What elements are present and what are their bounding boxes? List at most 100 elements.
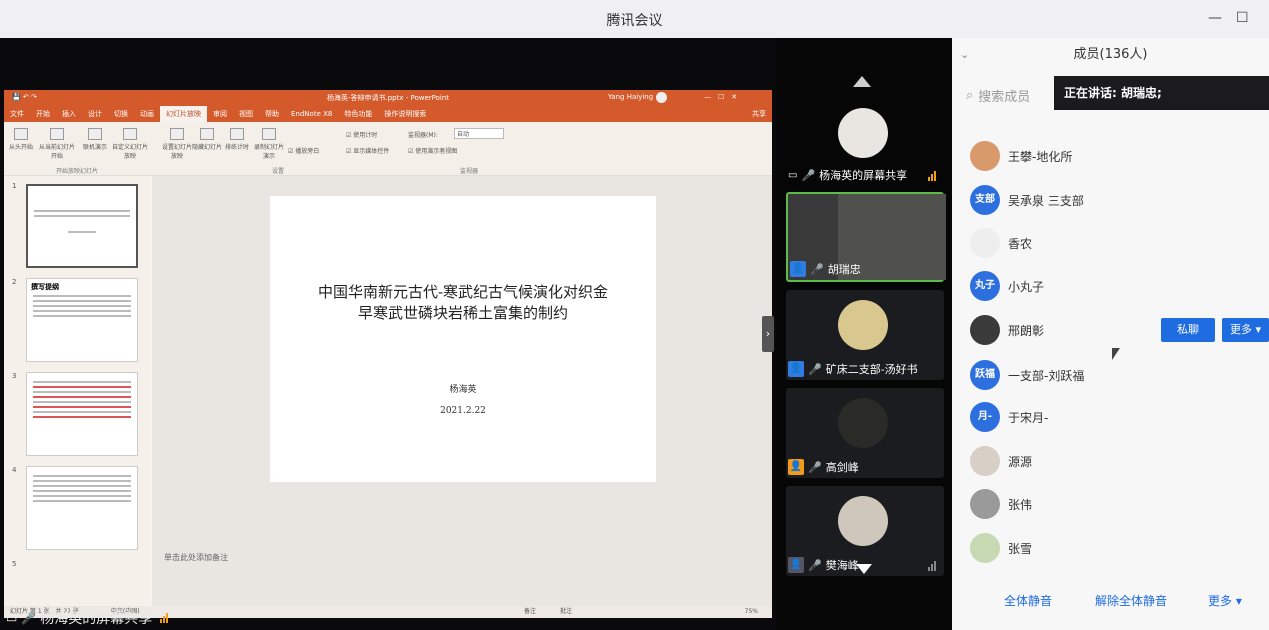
ppt-tab[interactable]: 文件 (4, 106, 30, 122)
signal-icon (928, 171, 936, 181)
ppt-tab[interactable]: 审阅 (207, 106, 233, 122)
ppt-tab[interactable]: 插入 (56, 106, 82, 122)
user-icon: 👤 (788, 361, 804, 377)
narration-checkbox[interactable]: ☑ 播放旁白 (288, 146, 319, 155)
ribbon-from-beginning-button[interactable]: 从头开始 (6, 128, 36, 151)
ppt-tab[interactable]: EndNote X8 (285, 106, 338, 122)
scroll-down-icon[interactable] (856, 564, 872, 574)
slide-title: 中国华南新元古代-寒武纪古气候演化对织金 早寒武世磷块岩稀土富集的制约 (280, 282, 646, 324)
ppt-tab[interactable]: 帮助 (259, 106, 285, 122)
member-row[interactable]: 王攀-地化所 (970, 140, 1072, 172)
member-row[interactable]: 支部 吴承泉 三支部 (970, 184, 1084, 216)
search-members[interactable]: ⌕ 搜索成员 (966, 86, 1030, 105)
member-row[interactable]: 月- 于宋月- (970, 401, 1048, 433)
ribbon-hide-slide-button[interactable]: 隐藏幻灯片 (192, 128, 222, 151)
member-name: 张雪 (1008, 541, 1033, 556)
ppt-tab[interactable]: 切换 (108, 106, 134, 122)
member-row[interactable]: 张雪 (970, 532, 1032, 564)
comments-toggle[interactable]: 批注 (560, 606, 572, 618)
ppt-share-button[interactable]: 共享 (746, 106, 772, 122)
mute-all-button[interactable]: 全体静音 (1004, 592, 1052, 609)
ribbon-group-label: 开始放映幻灯片 (56, 168, 99, 175)
screen-share-label: ▭ 🎤 杨海英的屏幕共享 (6, 608, 169, 628)
mic-icon: 🎤 (810, 262, 824, 276)
member-name: 小丸子 (1008, 279, 1045, 294)
slide-title-line: 早寒武世磷块岩稀土富集的制约 (357, 304, 568, 322)
current-slide[interactable]: 中国华南新元古代-寒武纪古气候演化对织金 早寒武世磷块岩稀土富集的制约 杨海英 … (270, 196, 656, 482)
video-tile[interactable]: 👤 🎤 高剑峰 (786, 388, 944, 478)
ribbon-record-button[interactable]: 录制幻灯片演示 (252, 128, 286, 160)
avatar (838, 398, 888, 448)
signal-icon (928, 561, 936, 571)
ppt-tab[interactable]: 开始 (30, 106, 56, 122)
member-row[interactable]: 香农 (970, 227, 1032, 259)
user-icon: 👤 (788, 459, 804, 475)
thumb-number: 3 (12, 372, 17, 380)
ribbon-setup-show-button[interactable]: 设置幻灯片放映 (162, 128, 192, 160)
video-tile-name: ▭ 🎤 杨海英的屏幕共享 (788, 168, 908, 183)
video-tile[interactable]: 👤 🎤 樊海峰 (786, 486, 944, 576)
search-input[interactable]: 搜索成员 (978, 86, 1030, 105)
avatar (970, 446, 1000, 476)
zoom-level[interactable]: 75% (745, 606, 758, 618)
slide-title-line: 中国华南新元古代-寒武纪古气候演化对织金 (317, 283, 609, 301)
user-icon: 👤 (790, 261, 806, 277)
member-row-hovered[interactable]: 邢朗彰 (970, 314, 1044, 346)
ppt-tab[interactable]: 动画 (134, 106, 160, 122)
ppt-window-controls-icon[interactable]: — ☐ ✕ (704, 92, 737, 102)
thumb-number: 4 (12, 466, 17, 474)
ppt-tab-slideshow[interactable]: 幻灯片放映 (160, 106, 207, 122)
window-title: 腾讯会议 (606, 13, 663, 29)
mic-muted-icon: 🎤 (808, 460, 822, 474)
collapse-video-chevron-icon[interactable]: › (762, 316, 774, 352)
share-screen-icon: ▭ (6, 611, 18, 625)
ppt-tab[interactable]: 特色功能 (338, 106, 378, 122)
more-button[interactable]: 更多 ▾ (1208, 592, 1242, 609)
presenter-view-checkbox[interactable]: ☑ 使用演示者视图 (408, 146, 457, 155)
notes-placeholder[interactable]: 单击此处添加备注 (164, 552, 228, 563)
avatar (970, 228, 1000, 258)
ppt-user-name: Yang Haiying (608, 93, 654, 101)
member-row[interactable]: 丸子 小丸子 (970, 270, 1044, 302)
slide-thumbnail-4[interactable] (26, 466, 138, 550)
slide-thumbnail-3[interactable] (26, 372, 138, 456)
ribbon-from-current-button[interactable]: 从当前幻灯片开始 (38, 128, 76, 160)
video-tile-name: 👤 🎤 胡瑞忠 (790, 261, 861, 277)
video-tile[interactable]: ▭ 🎤 杨海英的屏幕共享 (786, 96, 944, 186)
screen-share-icon: ▭ (788, 169, 798, 181)
video-tile-name: 👤 🎤 高剑峰 (788, 459, 859, 475)
scroll-up-icon[interactable] (853, 76, 871, 87)
member-row[interactable]: 跃福 一支部-刘跃福 (970, 359, 1084, 391)
slide-thumbnail-1[interactable] (26, 184, 138, 268)
ribbon-rehearse-button[interactable]: 排练计时 (222, 128, 252, 151)
avatar: 支部 (970, 185, 1000, 215)
member-row[interactable]: 源源 (970, 445, 1032, 477)
ppt-tab[interactable]: 视图 (233, 106, 259, 122)
notes-toggle[interactable]: 备注 (524, 606, 536, 618)
share-label-text: 杨海英的屏幕共享 (40, 611, 153, 627)
ppt-tell-me[interactable]: 操作说明搜索 (378, 106, 432, 122)
video-tile-active-speaker[interactable]: 👤 🎤 胡瑞忠 (786, 192, 946, 282)
slide-thumbnails-pane: 1 2 撰写提纲 3 4 5 (4, 176, 150, 606)
maximize-icon[interactable]: ☐ (1236, 10, 1249, 26)
ribbon-custom-show-button[interactable]: 自定义幻灯片放映 (112, 128, 148, 160)
avatar (970, 489, 1000, 519)
powerpoint-window: 💾 ↶ ↷ 杨海英-答辩申请书.pptx - PowerPoint Yang H… (4, 90, 772, 618)
member-name: 邢朗彰 (1008, 323, 1045, 338)
member-more-button[interactable]: 更多 ▾ (1222, 318, 1269, 342)
use-timings-checkbox[interactable]: ☑ 使用计时 (346, 130, 377, 139)
member-row[interactable]: 张伟 (970, 488, 1032, 520)
media-controls-checkbox[interactable]: ☑ 显示媒体控件 (346, 146, 389, 155)
avatar (970, 141, 1000, 171)
ppt-tab[interactable]: 设计 (82, 106, 108, 122)
member-name: 源源 (1008, 454, 1033, 469)
private-chat-button[interactable]: 私聊 (1161, 318, 1215, 342)
ribbon-online-present-button[interactable]: 联机演示 (80, 128, 110, 151)
video-tile[interactable]: 👤 🎤 矿床二支部-汤好书 (786, 290, 944, 380)
minimize-icon[interactable]: — (1208, 10, 1222, 26)
unmute-all-button[interactable]: 解除全体静音 (1095, 592, 1167, 609)
slide-thumbnail-2[interactable]: 撰写提纲 (26, 278, 138, 362)
video-tile-name: 👤 🎤 樊海峰 (788, 557, 859, 573)
monitor-select[interactable]: 自动 (454, 128, 504, 139)
member-name: 王攀-地化所 (1008, 149, 1073, 164)
